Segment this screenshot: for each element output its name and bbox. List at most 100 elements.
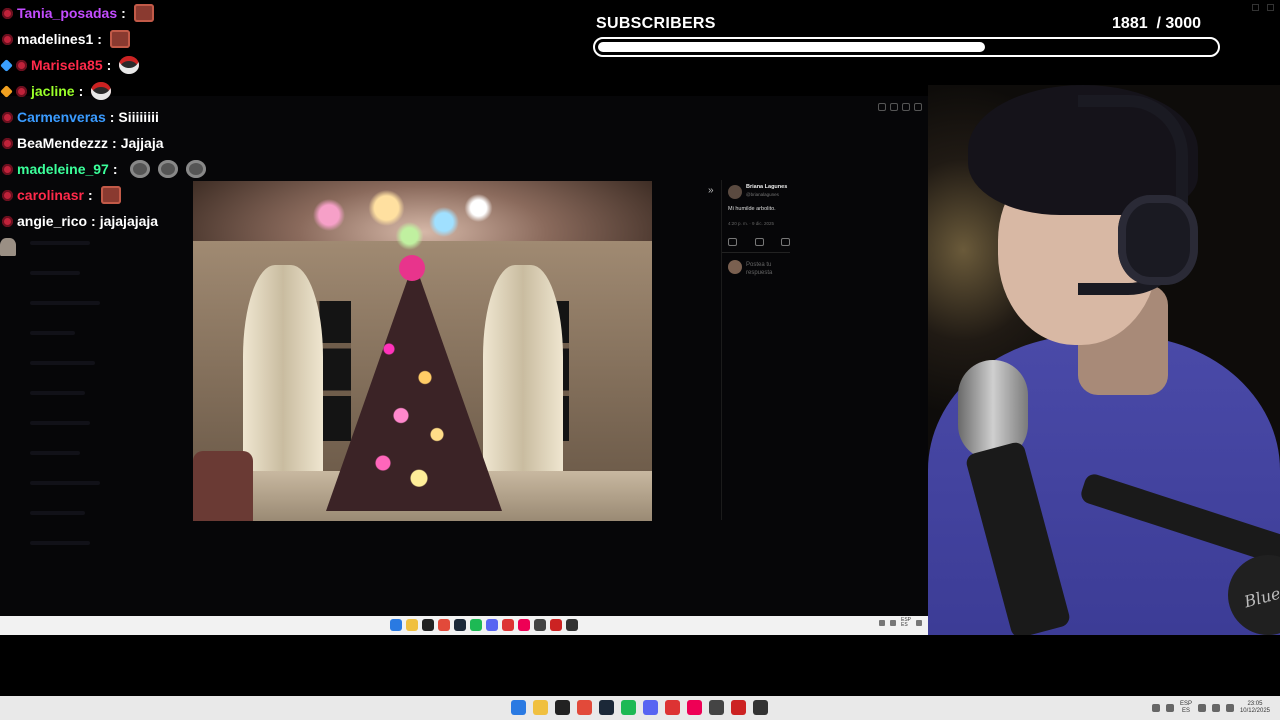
chat-side-avatar [0,238,16,256]
chat-username[interactable]: jacline [31,83,75,99]
tree-ornaments [353,311,473,501]
settings-icon[interactable] [753,700,768,715]
notification-icon[interactable] [916,620,922,626]
terminal-icon[interactable] [555,700,570,715]
tweet-handle[interactable]: @brianalagunes [746,192,779,197]
chat-message: Tania_posadas: [2,1,154,25]
tweet-image[interactable] [193,181,652,521]
chat-username[interactable]: Carmenveras [17,109,106,125]
download-icon[interactable] [902,103,910,111]
windows-taskbar: ESP ES 23:05 10/12/2025 [0,696,1280,720]
app-grey-icon[interactable] [709,700,724,715]
close-icon[interactable] [914,103,922,111]
lang-indicator[interactable]: ESP ES [1180,701,1192,715]
tray-chevron-icon[interactable] [878,620,885,626]
shared-taskbar-icons [390,619,578,631]
app-blue-icon[interactable] [687,700,702,715]
retweet-icon[interactable] [754,238,764,246]
chrome-icon[interactable] [577,700,592,715]
app-blue-icon[interactable] [518,619,530,631]
mic-tray-icon[interactable] [1165,704,1174,712]
chat-username[interactable]: madelines1 [17,31,93,47]
spotify-icon[interactable] [470,619,482,631]
chat-username[interactable]: Marisela85 [31,57,103,73]
zoom-icon[interactable] [878,103,886,111]
app-red-icon[interactable] [665,700,680,715]
windows-start-icon[interactable] [390,619,402,631]
maximize-icon[interactable] [1267,4,1274,11]
settings-icon[interactable] [566,619,578,631]
devil-badge-icon [2,189,13,201]
chat-text: Jajjaja [120,135,164,151]
discord-icon[interactable] [643,700,658,715]
author-avatar[interactable] [728,185,742,199]
chat-username[interactable]: BeaMendezzz [17,135,108,151]
gold-badge-icon [0,84,13,98]
collapse-chevron-icon[interactable]: » [708,185,714,196]
curtain-left [243,265,323,495]
chat-message: madeleine_97: [2,157,206,181]
file-explorer-icon[interactable] [406,619,418,631]
shared-system-tray: ESP ES [878,618,922,628]
chat-separator: : [78,83,84,99]
wifi-icon[interactable] [889,620,896,626]
devil-badge-icon [16,85,27,97]
webcam-feed: Blue [928,85,1280,635]
network-icon[interactable] [1197,704,1206,712]
steam-icon[interactable] [599,700,614,715]
discord-icon[interactable] [486,619,498,631]
subscribers-count: 1881 / 3000 [1112,15,1201,33]
chat-text: Siiiiiiii [118,109,159,125]
reply-input[interactable]: Postea tu respuesta [746,261,786,277]
emote-icon [100,186,121,204]
tray-chevron-icon[interactable] [1151,704,1160,712]
headphone-cup [1118,195,1198,285]
chat-separator: : [87,187,93,203]
tweet-text: Mi humilde arbolito. [728,206,776,212]
chat-message: madelines1: [2,27,130,51]
windows-start-icon[interactable] [511,700,526,715]
devil-badge-icon [16,59,27,71]
reply-icon[interactable] [728,238,737,246]
share-icon[interactable] [890,103,898,111]
taskbar-icons [511,700,768,715]
shared-lang-indicator[interactable]: ESP ES [901,618,911,628]
app-store-icon[interactable] [731,700,746,715]
chat-message: carolinasr: [2,183,121,207]
tweet-author[interactable]: Briana Lagunes [746,184,787,190]
volume-icon[interactable] [1211,704,1220,712]
terminal-icon[interactable] [422,619,434,631]
steam-icon[interactable] [454,619,466,631]
devil-badge-icon [2,7,13,19]
chat-separator: : [97,31,102,47]
tree-topper [399,255,425,281]
shared-taskbar: ESP ES [0,616,928,635]
chat-username[interactable]: madeleine_97 [17,161,109,177]
chat-username[interactable]: carolinasr [17,187,84,203]
chat-username[interactable]: Tania_posadas [17,5,117,21]
chrome-icon[interactable] [438,619,450,631]
app-store-icon[interactable] [550,619,562,631]
region-code: ES [1181,708,1190,714]
emote-icon [119,56,140,74]
subscribers-current: 1881 [1112,15,1148,32]
chat-username[interactable]: angie_rico [17,213,87,229]
app-red-icon[interactable] [502,619,514,631]
file-explorer-icon[interactable] [533,700,548,715]
minimize-icon[interactable] [1252,4,1259,11]
ceiling-projection-lights [283,187,513,257]
chat-message: Carmenveras: Siiiiiiii [2,105,159,129]
stream-frame: » Briana Lagunes @brianalagunes Mi humil… [0,0,1280,720]
app-grey-icon[interactable] [534,619,546,631]
tweet-time[interactable]: 4:20 p. m. · 9 dic. 2025 [728,221,774,226]
devil-badge-icon [2,111,13,123]
like-icon[interactable] [781,238,790,246]
battery-icon[interactable] [1225,704,1234,712]
devil-badge-icon [2,215,13,227]
window-controls [1252,4,1274,11]
devil-badge-icon [2,33,13,45]
tweet-card: » Briana Lagunes @brianalagunes Mi humil… [708,180,790,520]
tweet-actions [728,238,790,246]
clock[interactable]: 23:05 10/12/2025 [1240,701,1270,715]
spotify-icon[interactable] [621,700,636,715]
